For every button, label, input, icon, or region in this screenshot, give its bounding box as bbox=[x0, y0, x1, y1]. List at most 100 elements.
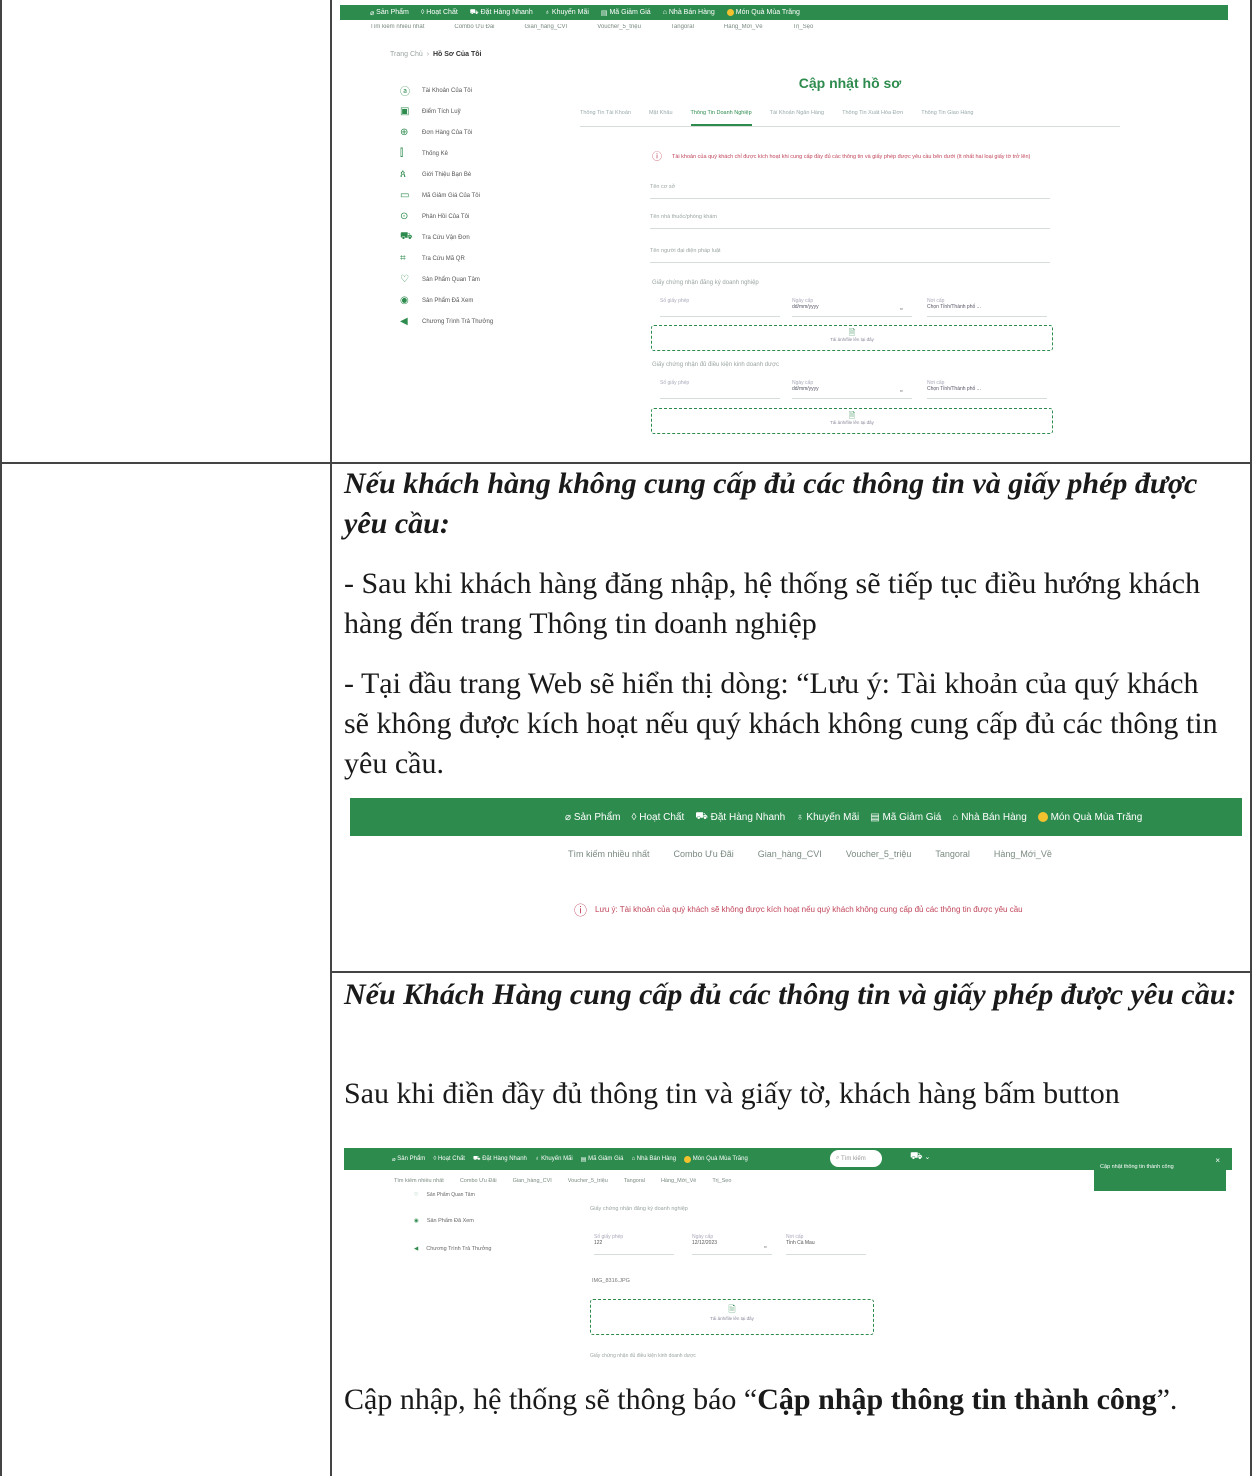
nav-item-mooncake-gift[interactable]: Món Quà Mùa Trăng bbox=[726, 9, 800, 16]
breadcrumb: Trang Chủ › Hồ Sơ Của Tôi bbox=[390, 51, 482, 58]
nav-item-quick-order[interactable]: ⛟ Đặt Hàng Nhanh bbox=[473, 1155, 527, 1163]
eye-icon: ◉ bbox=[400, 295, 409, 306]
subnav-item[interactable]: Tangoral bbox=[935, 849, 970, 865]
calendar-icon[interactable]: ▫ bbox=[764, 1244, 766, 1251]
cert-place-select[interactable]: Nơi cấp Tỉnh Cà Mau bbox=[786, 1234, 866, 1255]
tab-account-info[interactable]: Thông Tin Tài Khoản bbox=[580, 110, 631, 126]
field-pharmacy-name[interactable]: Tên nhà thuốc/phòng khám bbox=[650, 214, 1050, 229]
nav-item-sellers[interactable]: ⌂ Nhà Bán Hàng bbox=[631, 1156, 676, 1162]
notice-banner-screenshot: ⌀ Sản Phẩm ◊ Hoạt Chất ⛟ Đặt Hàng Nhanh … bbox=[350, 798, 1242, 958]
sidebar-item-viewed[interactable]: ◉ Sản Phẩm Đã Xem bbox=[414, 1218, 474, 1224]
nav-item-sellers[interactable]: ⌂ Nhà Bán Hàng bbox=[952, 812, 1026, 823]
cert-number-field[interactable]: Số giấy phép 122 bbox=[594, 1234, 674, 1255]
sidebar-item-statistics[interactable]: ⫿ Thống Kê bbox=[400, 143, 600, 164]
sidebar-item-viewed[interactable]: ◉ Sản Phẩm Đã Xem bbox=[400, 290, 600, 311]
calendar-icon[interactable]: ▫ bbox=[900, 388, 902, 395]
cert-2-place-select[interactable]: Nơi cấp Chọn Tỉnh/Thành phố ... bbox=[927, 380, 1047, 399]
nav-item-ingredients[interactable]: ◊ Hoạt Chất bbox=[632, 812, 685, 823]
subnav-item[interactable]: Tìm kiếm nhiều nhất bbox=[370, 24, 424, 36]
field-legal-representative[interactable]: Tên người đại diện pháp luật bbox=[650, 248, 1050, 263]
search-box[interactable]: ⌕ Tìm kiếm bbox=[830, 1150, 882, 1167]
breadcrumb-home[interactable]: Trang Chủ bbox=[390, 51, 423, 58]
tab-shipping-info[interactable]: Thông Tin Giao Hàng bbox=[921, 110, 973, 126]
sidebar-item-my-vouchers[interactable]: ▭ Mã Giảm Giá Của Tôi bbox=[400, 185, 600, 206]
sidebar-item-feedback[interactable]: ⊙ Phản Hồi Của Tôi bbox=[400, 206, 600, 227]
subnav-item[interactable]: Gian_hàng_CVI bbox=[525, 24, 568, 36]
nav-item-promotions[interactable]: ♁ Khuyến Mãi bbox=[796, 812, 859, 823]
nav-item-ingredients[interactable]: ◊ Hoạt Chất bbox=[433, 1156, 465, 1162]
sidebar-item-rewards[interactable]: ◀ Chương Trình Trả Thưởng bbox=[400, 311, 600, 332]
subnav-item[interactable]: Voucher_5_triệu bbox=[846, 849, 912, 865]
subnav-item[interactable]: Tìm kiếm nhiều nhất bbox=[394, 1178, 444, 1190]
subnav-item[interactable]: Tangoral bbox=[624, 1178, 645, 1190]
sidebar-item-points[interactable]: ▣ Điểm Tích Luỹ bbox=[400, 101, 600, 122]
page-title: Cập nhật hồ sơ bbox=[798, 75, 902, 91]
subnav-item[interactable]: Gian_hàng_CVI bbox=[513, 1178, 552, 1190]
profile-tabs: Thông Tin Tài Khoản Mật Khẩu Thông Tin D… bbox=[580, 110, 1120, 127]
sidebar-item-favorites[interactable]: ♡ Sản Phẩm Quan Tâm bbox=[400, 269, 600, 290]
subnav-item[interactable]: Gian_hàng_CVI bbox=[758, 849, 822, 865]
case2-heading: Nếu Khách Hàng cung cấp đủ các thông tin… bbox=[344, 978, 1237, 1011]
subnav-item[interactable]: Combo Ưu Đãi bbox=[674, 849, 734, 865]
nav-item-quick-order[interactable]: ⛟ Đặt Hàng Nhanh bbox=[695, 811, 785, 824]
calendar-icon[interactable]: ▫ bbox=[900, 306, 902, 313]
cert-2-label: Giấy chứng nhận đủ điều kiện kinh doanh … bbox=[590, 1353, 696, 1359]
sub-nav-bar: Tìm kiếm nhiều nhất Combo Ưu Đãi Gian_hà… bbox=[394, 1178, 794, 1190]
nav-item-promotions[interactable]: ♁ Khuyến Mãi bbox=[535, 1156, 573, 1162]
feedback-icon: ⊙ bbox=[400, 211, 409, 222]
breadcrumb-current: Hồ Sơ Của Tôi bbox=[432, 51, 482, 58]
cert-1-place-select[interactable]: Nơi cấp Chọn Tỉnh/Thành phố ... bbox=[927, 298, 1047, 317]
tab-password[interactable]: Mật Khẩu bbox=[649, 110, 673, 126]
sidebar-item-qr-lookup[interactable]: ⌗ Tra Cứu Mã QR bbox=[400, 248, 600, 269]
tab-business-info[interactable]: Thông Tin Doanh Nghiệp bbox=[690, 110, 752, 126]
sidebar-item-account[interactable]: ⓐ Tài Khoản Của Tôi bbox=[400, 80, 600, 101]
tab-bank-account[interactable]: Tài Khoản Ngân Hàng bbox=[770, 110, 824, 126]
cert-2-date-field[interactable]: Ngày cấp dd/mm/yyyy bbox=[792, 380, 912, 399]
cert-1-upload-area[interactable]: 🗎 Tải ảnh/file lên tại đây bbox=[651, 325, 1053, 351]
sidebar-item-orders[interactable]: ⊕ Đơn Hàng Của Tôi bbox=[400, 122, 600, 143]
cart-icon[interactable]: ⛟ ⌄ bbox=[910, 1151, 930, 1164]
nav-item-ingredients[interactable]: ◊ Hoạt Chất bbox=[421, 9, 458, 16]
subnav-item[interactable]: Hàng_Mới_Về bbox=[994, 849, 1052, 865]
tab-invoice-info[interactable]: Thông Tin Xuất Hóa Đơn bbox=[842, 110, 903, 126]
subnav-item[interactable]: Combo Ưu Đãi bbox=[460, 1178, 497, 1190]
cert-2-upload-area[interactable]: 🗎 Tải ảnh/file lên tại đây bbox=[651, 408, 1053, 434]
nav-item-vouchers[interactable]: ▤ Mã Giảm Giá bbox=[581, 1156, 624, 1163]
field-facility-name[interactable]: Tên cơ sở bbox=[650, 184, 1050, 199]
subnav-item[interactable]: Tìm kiếm nhiều nhất bbox=[568, 849, 650, 865]
nav-item-vouchers[interactable]: ▤ Mã Giảm Giá bbox=[601, 9, 651, 17]
nav-item-mooncake-gift[interactable]: Món Quà Mùa Trăng bbox=[684, 1155, 748, 1163]
nav-item-mooncake-gift[interactable]: Món Quà Mùa Trăng bbox=[1037, 812, 1142, 823]
cert-date-field[interactable]: Ngày cấp 12/12/2023 bbox=[692, 1234, 772, 1255]
eye-icon: ◉ bbox=[414, 1218, 419, 1224]
subnav-item[interactable]: Trị_Sẹo bbox=[712, 1178, 731, 1190]
upload-area[interactable]: 🗎 Tải ảnh/file lên tại đây bbox=[590, 1299, 874, 1335]
sidebar-item-referral[interactable]: ጰ Giới Thiệu Bạn Bè bbox=[400, 164, 600, 185]
sidebar-item-tracking[interactable]: ⛟ Tra Cứu Vận Đơn bbox=[400, 227, 600, 248]
sidebar-item-rewards[interactable]: ◀ Chương Trình Trả Thưởng bbox=[414, 1246, 491, 1252]
success-toast: Cập nhật thông tin thành công × bbox=[1094, 1148, 1226, 1191]
nav-item-quick-order[interactable]: ⛟ Đặt Hàng Nhanh bbox=[470, 8, 533, 17]
subnav-item[interactable]: Tangoral bbox=[671, 24, 694, 36]
nav-item-products[interactable]: ⌀ Sản Phẩm bbox=[370, 9, 409, 17]
cert-1-date-field[interactable]: Ngày cấp dd/mm/yyyy bbox=[792, 298, 912, 317]
nav-item-vouchers[interactable]: ▤ Mã Giảm Giá bbox=[870, 812, 941, 823]
toast-close-button[interactable]: × bbox=[1215, 1156, 1220, 1165]
cert-2-number-field[interactable]: Số giấy phép bbox=[660, 380, 780, 399]
cert-1-number-field[interactable]: Số giấy phép bbox=[660, 298, 780, 317]
profile-page-screenshot: ⌀ Sản Phẩm ◊ Hoạt Chất ⛟ Đặt Hàng Nhanh … bbox=[340, 0, 1230, 455]
subnav-item[interactable]: Combo Ưu Đãi bbox=[454, 24, 494, 36]
friends-icon: ጰ bbox=[400, 169, 406, 180]
subnav-item[interactable]: Voucher_5_triệu bbox=[597, 24, 641, 36]
cert-1-label: Giấy chứng nhận đăng ký doanh nghiệp bbox=[652, 280, 759, 286]
nav-item-products[interactable]: ⌀ Sản Phẩm bbox=[392, 1156, 425, 1163]
subnav-item[interactable]: Hàng_Mới_Về bbox=[661, 1178, 696, 1190]
nav-item-promotions[interactable]: ♁ Khuyến Mãi bbox=[545, 9, 589, 16]
subnav-item[interactable]: Hàng_Mới_Về bbox=[724, 24, 763, 36]
sidebar-item-favorites[interactable]: ♡ Sản Phẩm Quan Tâm bbox=[414, 1192, 475, 1198]
gift-icon bbox=[1037, 812, 1048, 822]
subnav-item[interactable]: Voucher_5_triệu bbox=[568, 1178, 608, 1190]
nav-item-products[interactable]: ⌀ Sản Phẩm bbox=[565, 812, 621, 823]
subnav-item[interactable]: Trị_Sẹo bbox=[793, 24, 814, 36]
nav-item-sellers[interactable]: ⌂ Nhà Bán Hàng bbox=[663, 9, 715, 16]
